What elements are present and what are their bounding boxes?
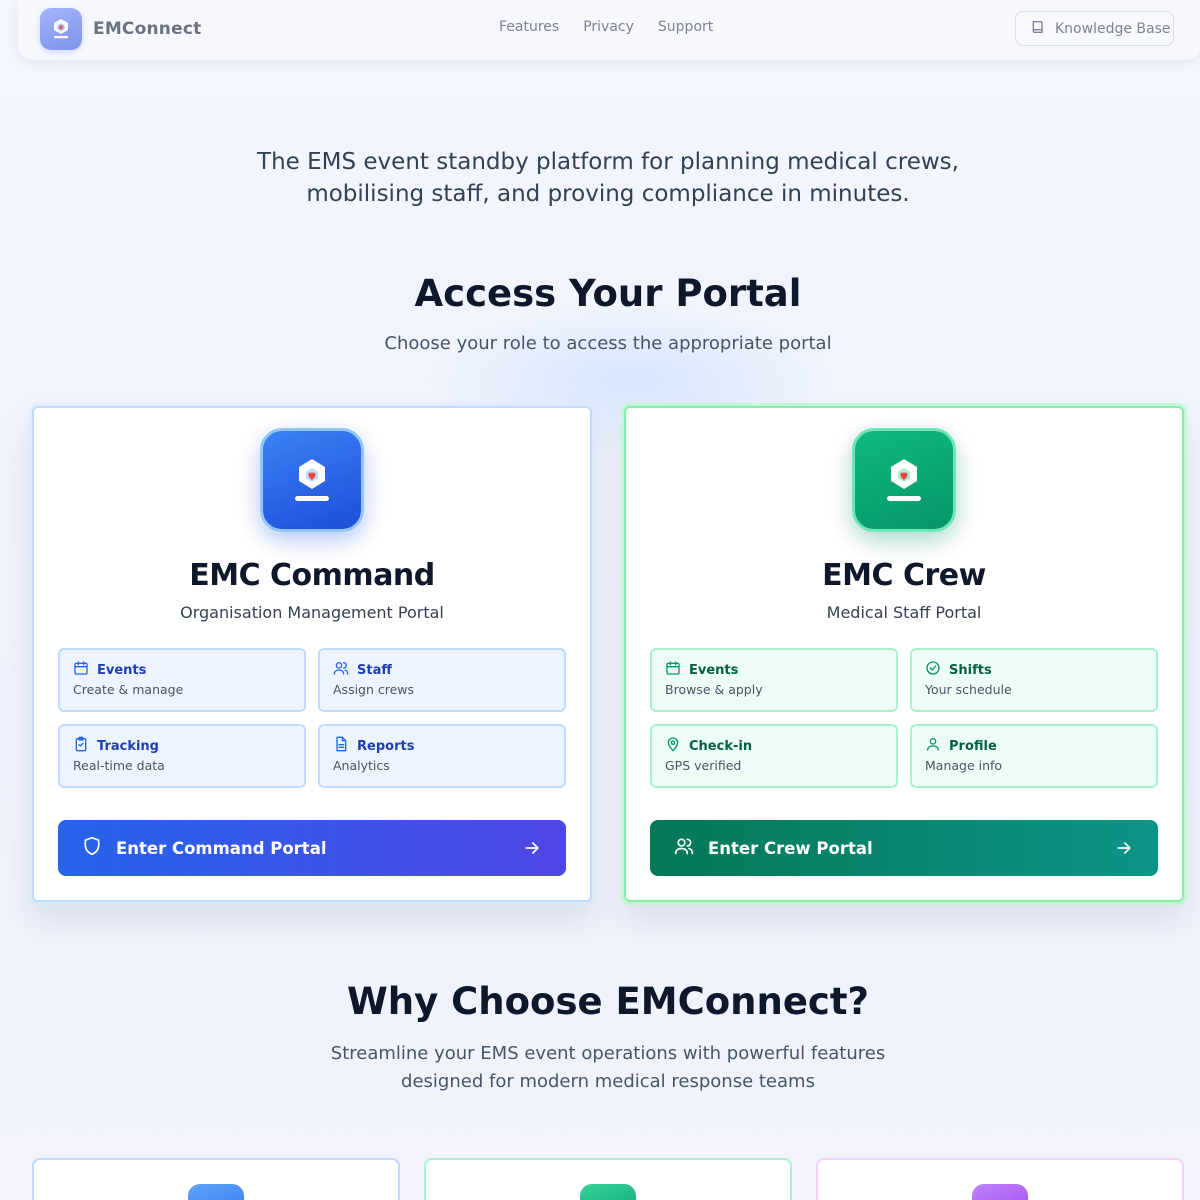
users-icon [674, 836, 694, 860]
why-section-title: Why Choose EMConnect? [346, 980, 869, 1023]
enter-crew-portal-label: Enter Crew Portal [708, 838, 873, 858]
feature-desc: GPS verified [665, 758, 742, 773]
portal-section-subtitle: Choose your role to access the appropria… [384, 333, 832, 354]
command-feature-reports: Reports Analytics [318, 724, 566, 788]
top-navbar: EMConnect Features Privacy Support Knowl… [18, 0, 1200, 60]
crew-app-icon [852, 428, 956, 532]
command-feature-tracking: Tracking Real-time data [58, 724, 306, 788]
feature-label: Reports [357, 738, 415, 754]
feature-label: Events [689, 662, 739, 678]
enter-crew-portal-button[interactable]: Enter Crew Portal [650, 820, 1158, 876]
main-nav: Features Privacy Support [499, 19, 713, 35]
emconnect-logo-icon [40, 8, 82, 50]
feature-desc: Assign crews [333, 682, 415, 697]
brand-name: EMConnect [93, 19, 202, 39]
crew-portal-card: EMC Crew Medical Staff Portal Events Bro… [624, 406, 1184, 902]
user-icon [925, 736, 941, 756]
feature-desc: Create & manage [73, 682, 184, 697]
command-app-icon [260, 428, 364, 532]
check-circle-icon [925, 660, 941, 680]
feature-label: Profile [949, 738, 997, 754]
knowledge-base-label: Knowledge Base [1055, 20, 1171, 37]
enter-command-portal-label: Enter Command Portal [116, 838, 327, 858]
hero-tagline: The EMS event standby platform for plann… [257, 149, 959, 207]
command-portal-card: EMC Command Organisation Management Port… [32, 406, 592, 902]
calendar-icon [73, 660, 89, 680]
crew-feature-events: Events Browse & apply [650, 648, 898, 712]
map-pin-icon [665, 736, 681, 756]
clipboard-check-icon [73, 736, 89, 756]
why-section-subtitle: Streamline your EMS event operations wit… [330, 1043, 886, 1092]
portal-section-title: Access Your Portal [414, 272, 802, 315]
feature-desc: Manage info [925, 758, 1003, 773]
nav-link-privacy[interactable]: Privacy [583, 19, 634, 35]
crew-feature-shifts: Shifts Your schedule [910, 648, 1158, 712]
shield-icon [82, 836, 102, 860]
knowledge-base-button[interactable]: Knowledge Base [1015, 11, 1174, 46]
feature-label: Events [97, 662, 147, 678]
feature-label: Shifts [949, 662, 992, 678]
document-icon [333, 736, 349, 756]
nav-link-features[interactable]: Features [499, 19, 559, 35]
command-portal-subtitle: Organisation Management Portal [180, 603, 444, 622]
command-feature-events: Events Create & manage [58, 648, 306, 712]
command-feature-staff: Staff Assign crews [318, 648, 566, 712]
nav-link-support[interactable]: Support [658, 19, 713, 35]
brand-logo-link[interactable]: EMConnect [40, 8, 201, 50]
feature-card [816, 1158, 1184, 1200]
feature-card [424, 1158, 792, 1200]
book-icon [1030, 19, 1046, 39]
feature-label: Staff [357, 662, 392, 678]
crew-feature-checkin: Check-in GPS verified [650, 724, 898, 788]
feature-desc: Analytics [333, 758, 390, 773]
feature-desc: Your schedule [925, 682, 1012, 697]
crew-portal-title: EMC Crew [822, 558, 986, 593]
feature-card-icon [580, 1184, 636, 1200]
command-portal-title: EMC Command [189, 558, 435, 593]
users-icon [333, 660, 349, 680]
arrow-right-icon [1114, 838, 1134, 862]
feature-card-icon [188, 1184, 244, 1200]
feature-card [32, 1158, 400, 1200]
arrow-right-icon [522, 838, 542, 862]
feature-card-icon [972, 1184, 1028, 1200]
crew-portal-subtitle: Medical Staff Portal [826, 603, 982, 622]
calendar-icon [665, 660, 681, 680]
feature-label: Tracking [97, 738, 159, 754]
crew-feature-profile: Profile Manage info [910, 724, 1158, 788]
feature-label: Check-in [689, 738, 753, 754]
enter-command-portal-button[interactable]: Enter Command Portal [58, 820, 566, 876]
feature-desc: Real-time data [73, 758, 165, 773]
feature-desc: Browse & apply [665, 682, 763, 697]
